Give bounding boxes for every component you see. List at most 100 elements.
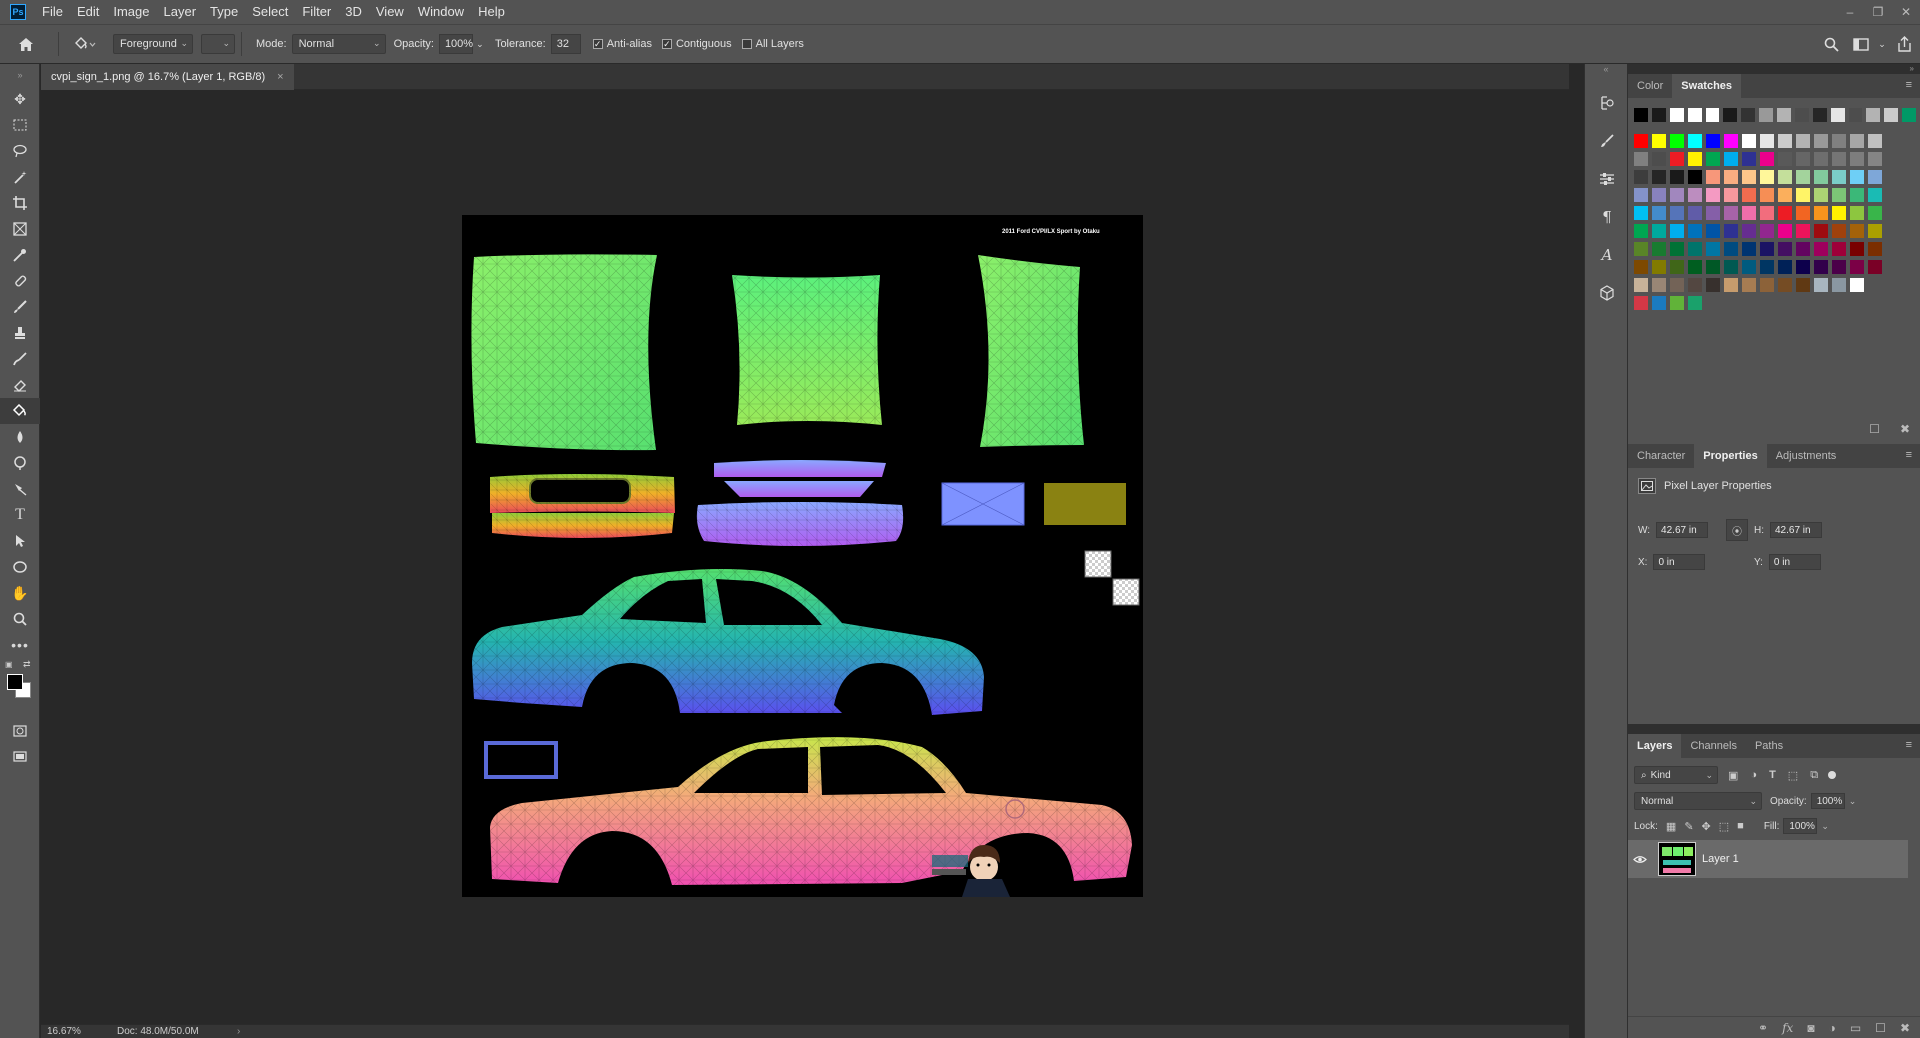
color-swatch[interactable]: [1742, 224, 1756, 238]
brush-tool-icon[interactable]: [0, 294, 40, 320]
color-swatch[interactable]: [1868, 242, 1882, 256]
color-swatch[interactable]: [1724, 224, 1738, 238]
panel-menu-icon[interactable]: ≡: [1906, 79, 1912, 91]
color-swatch[interactable]: [1670, 134, 1684, 148]
color-swatch[interactable]: [1670, 278, 1684, 292]
layer-blend-select[interactable]: Normal ⌄: [1634, 792, 1762, 810]
workspace-icon[interactable]: [1846, 37, 1876, 51]
color-swatch[interactable]: [1634, 134, 1648, 148]
type-tool-icon[interactable]: T: [0, 502, 40, 528]
layer-row[interactable]: Layer 1: [1628, 840, 1908, 878]
path-selection-tool-icon[interactable]: [0, 528, 40, 554]
color-swatch[interactable]: [1742, 260, 1756, 274]
color-swatch[interactable]: [1706, 188, 1720, 202]
tab-layers[interactable]: Layers: [1628, 734, 1682, 758]
marquee-tool-icon[interactable]: [0, 112, 40, 138]
color-swatch[interactable]: [1850, 242, 1864, 256]
color-swatch[interactable]: [1652, 296, 1666, 310]
color-swatch[interactable]: [1778, 134, 1792, 148]
color-swatch[interactable]: [1832, 278, 1846, 292]
color-swatch[interactable]: [1634, 188, 1648, 202]
tab-color[interactable]: Color: [1628, 74, 1672, 98]
close-tab-icon[interactable]: ×: [277, 71, 283, 83]
more-tools-icon[interactable]: •••: [0, 632, 40, 658]
filter-type-icon[interactable]: T: [1769, 769, 1776, 781]
color-swatch[interactable]: [1850, 134, 1864, 148]
color-swatch[interactable]: [1850, 206, 1864, 220]
color-swatch[interactable]: [1669, 108, 1684, 122]
color-swatch[interactable]: [1778, 152, 1792, 166]
color-swatch[interactable]: [1796, 134, 1810, 148]
new-swatch-icon[interactable]: ☐: [1869, 422, 1880, 436]
link-layers-icon[interactable]: ⚭: [1758, 1021, 1768, 1035]
color-swatch[interactable]: [1850, 260, 1864, 274]
eraser-tool-icon[interactable]: [0, 372, 40, 398]
menu-3d[interactable]: 3D: [338, 0, 369, 24]
chevron-down-icon[interactable]: ⌄: [473, 39, 487, 50]
layer-name[interactable]: Layer 1: [1702, 853, 1739, 865]
paint-bucket-tool-icon[interactable]: [0, 398, 40, 424]
color-swatch[interactable]: [1760, 242, 1774, 256]
color-swatch[interactable]: [1688, 242, 1702, 256]
color-swatch[interactable]: [1850, 152, 1864, 166]
color-swatch[interactable]: [1706, 224, 1720, 238]
color-swatch[interactable]: [1652, 278, 1666, 292]
tab-paths[interactable]: Paths: [1746, 734, 1792, 758]
color-swatch[interactable]: [1652, 260, 1666, 274]
opacity-input[interactable]: 100%: [438, 34, 473, 54]
color-swatch[interactable]: [1796, 206, 1810, 220]
fill-source-select[interactable]: Foreground ⌄: [113, 34, 193, 54]
color-swatch[interactable]: [1794, 108, 1809, 122]
menu-select[interactable]: Select: [245, 0, 295, 24]
color-swatch[interactable]: [1814, 224, 1828, 238]
collapse-panels-icon[interactable]: »: [1628, 64, 1920, 74]
eye-visibility-icon[interactable]: [1628, 855, 1652, 864]
color-swatch[interactable]: [1652, 134, 1666, 148]
width-input[interactable]: 42.67 in: [1656, 522, 1709, 538]
color-swatch[interactable]: [1760, 206, 1774, 220]
color-swatch[interactable]: [1670, 224, 1684, 238]
color-swatch[interactable]: [1724, 260, 1738, 274]
color-swatch[interactable]: [1670, 296, 1684, 310]
color-swatch[interactable]: [1848, 108, 1863, 122]
filter-smart-object-icon[interactable]: ⧉: [1810, 769, 1818, 782]
color-swatch[interactable]: [1796, 242, 1810, 256]
menu-image[interactable]: Image: [106, 0, 156, 24]
color-swatch[interactable]: [1832, 260, 1846, 274]
lock-artboard-icon[interactable]: ⬚: [1719, 820, 1729, 833]
screen-mode-icon[interactable]: [0, 744, 40, 770]
fill-input[interactable]: 100%: [1783, 818, 1818, 834]
tab-character[interactable]: Character: [1628, 444, 1694, 468]
color-swatch[interactable]: [1830, 108, 1845, 122]
color-swatch[interactable]: [1814, 152, 1828, 166]
color-swatch[interactable]: [1652, 206, 1666, 220]
color-swatch[interactable]: [1760, 278, 1774, 292]
filter-toggle-icon[interactable]: [1828, 771, 1837, 779]
color-swatch[interactable]: [1814, 170, 1828, 184]
color-swatch[interactable]: [1759, 108, 1773, 122]
all-layers-checkbox[interactable]: All Layers: [741, 38, 804, 50]
menu-edit[interactable]: Edit: [70, 0, 106, 24]
collapse-strip-icon[interactable]: «: [1585, 64, 1627, 84]
color-swatch[interactable]: [1724, 278, 1738, 292]
color-swatch[interactable]: [1634, 242, 1648, 256]
color-swatch[interactable]: [1778, 278, 1792, 292]
color-swatch[interactable]: [1832, 152, 1846, 166]
color-swatch[interactable]: [1634, 108, 1648, 122]
color-swatch[interactable]: [1742, 278, 1756, 292]
color-swatch[interactable]: [1778, 242, 1792, 256]
character-styles-icon[interactable]: A: [1585, 236, 1629, 274]
color-swatch[interactable]: [1670, 170, 1684, 184]
crop-tool-icon[interactable]: [0, 190, 40, 216]
lasso-tool-icon[interactable]: [0, 138, 40, 164]
new-group-icon[interactable]: ▭: [1850, 1021, 1861, 1035]
layer-style-icon[interactable]: fx: [1782, 1021, 1793, 1035]
adjustment-layer-icon[interactable]: ◑: [1829, 1021, 1836, 1035]
color-swatch[interactable]: [1778, 170, 1792, 184]
paragraph-icon[interactable]: ¶: [1585, 198, 1629, 236]
color-swatch[interactable]: [1760, 224, 1774, 238]
new-layer-icon[interactable]: ☐: [1875, 1021, 1886, 1035]
color-swatch[interactable]: [1760, 152, 1774, 166]
color-swatch[interactable]: [1688, 134, 1702, 148]
color-swatch[interactable]: [1688, 260, 1702, 274]
